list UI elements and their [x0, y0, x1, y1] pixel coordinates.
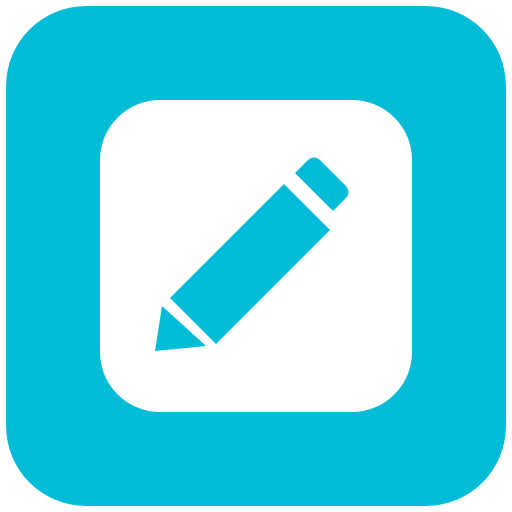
icon-canvas: [0, 0, 512, 512]
edit-app-icon[interactable]: [6, 6, 506, 506]
edit-pencil-icon: [6, 6, 506, 506]
